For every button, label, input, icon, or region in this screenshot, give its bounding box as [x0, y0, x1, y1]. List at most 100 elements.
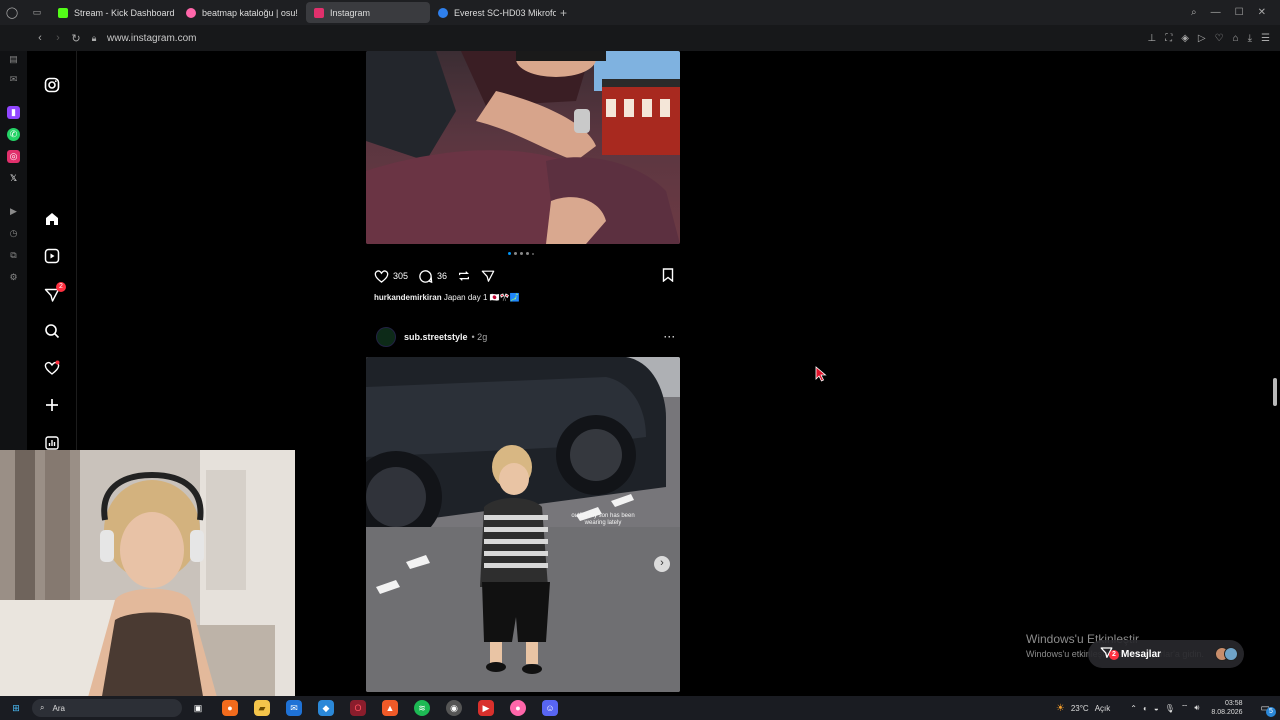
- reels-icon[interactable]: [42, 246, 62, 266]
- opera-taskbar-icon[interactable]: O: [350, 700, 366, 716]
- close-icon[interactable]: ✕: [1258, 7, 1266, 18]
- bookmark-icon: [662, 268, 674, 283]
- browser-tab-bar: ◯ ▭ Stream - Kick Dashboard beatmap kata…: [0, 0, 1280, 25]
- spotify-icon[interactable]: ≋: [414, 700, 430, 716]
- browser-logo-icon[interactable]: ◯: [0, 6, 24, 19]
- tray-icon[interactable]: ◒: [1154, 704, 1159, 713]
- webcam-video: [0, 450, 295, 708]
- mail-icon[interactable]: ✉: [7, 73, 20, 86]
- red-app-icon[interactable]: ▶: [478, 700, 494, 716]
- weather-desc[interactable]: Açık: [1095, 704, 1111, 713]
- back-icon[interactable]: ‹: [31, 32, 49, 44]
- shield-icon[interactable]: ◈: [1181, 33, 1189, 44]
- play-icon[interactable]: ▷: [1198, 33, 1206, 44]
- comment-action[interactable]: 36: [418, 269, 447, 284]
- settings-icon[interactable]: ⚙: [7, 271, 20, 284]
- instagram-logo-icon[interactable]: [42, 75, 62, 95]
- store-icon[interactable]: ◆: [318, 700, 334, 716]
- messages-icon[interactable]: 2: [42, 282, 66, 305]
- mail-app-icon[interactable]: ✉: [286, 700, 302, 716]
- windows-taskbar: ⊞ ⌕ Ara ▣ ● ▰ ✉ ◆ O ▲ ≋ ◉ ▶ ● ☺ ☀ 23°C A…: [0, 696, 1280, 720]
- maximize-icon[interactable]: ☐: [1235, 7, 1244, 18]
- extensions-icon[interactable]: ⧉: [7, 249, 20, 262]
- tab-instagram[interactable]: Instagram: [306, 2, 430, 23]
- clock-date: 8.08.2026: [1211, 709, 1243, 716]
- taskbar-search[interactable]: ⌕ Ara: [32, 699, 182, 717]
- heart-icon[interactable]: ♡: [1215, 33, 1224, 44]
- more-options-icon[interactable]: ···: [664, 332, 676, 342]
- microphone-icon[interactable]: 🎙︎: [1165, 704, 1175, 713]
- tab-label: Instagram: [330, 7, 371, 18]
- carousel-dot: [514, 252, 517, 255]
- notification-icon[interactable]: ▭ 5: [1261, 703, 1276, 717]
- verified-icon: [438, 7, 448, 18]
- like-count: 305: [393, 271, 409, 281]
- pin-icon[interactable]: ⊥: [1147, 33, 1156, 44]
- tab-label: beatmap kataloğu | osu!: [202, 7, 298, 18]
- post-username[interactable]: sub.streetstyle: [404, 332, 468, 342]
- game-icon[interactable]: ▲: [382, 700, 398, 716]
- player-icon[interactable]: ▶: [7, 205, 20, 218]
- task-view-icon[interactable]: ▣: [190, 700, 206, 716]
- tab-switcher-icon[interactable]: ▭: [24, 7, 50, 18]
- chrome-icon[interactable]: ◉: [446, 700, 462, 716]
- post-image-1[interactable]: [366, 51, 680, 244]
- windows-start-icon[interactable]: ⊞: [8, 700, 24, 716]
- carousel-dot: [526, 252, 529, 255]
- instagram-sidebar: 2: [27, 51, 77, 451]
- x-icon[interactable]: 𝕏: [7, 172, 20, 185]
- messages-pill-label: Mesajlar: [1121, 648, 1162, 660]
- lock-icon: 🔒︎: [91, 32, 97, 43]
- home-icon[interactable]: [42, 209, 62, 229]
- file-explorer-icon[interactable]: ▰: [254, 700, 270, 716]
- messages-badge: 2: [56, 282, 66, 292]
- instagram-rail-icon[interactable]: ◎: [7, 150, 20, 163]
- tray-icon[interactable]: ◐: [1143, 704, 1148, 713]
- tab-osu[interactable]: beatmap kataloğu | osu!: [178, 2, 306, 23]
- vpn-icon[interactable]: ⌂: [1233, 33, 1239, 44]
- page-scrollbar[interactable]: [1273, 378, 1277, 406]
- menu-icon[interactable]: ☰: [1261, 33, 1270, 44]
- search-icon: ⌕: [40, 703, 45, 712]
- search-icon[interactable]: [42, 321, 62, 341]
- messages-pill[interactable]: 2 Mesajlar: [1088, 640, 1244, 668]
- caption-username[interactable]: hurkandemirkiran: [374, 293, 442, 302]
- app-icon[interactable]: ●: [222, 700, 238, 716]
- tab-everest[interactable]: Everest SC-HD03 Mikrofon: [430, 2, 556, 23]
- url-field[interactable]: www.instagram.com: [107, 33, 196, 44]
- whatsapp-icon[interactable]: ✆: [7, 128, 20, 141]
- discord-icon[interactable]: ☺: [542, 700, 558, 716]
- tray-chevron-icon[interactable]: ⌃: [1130, 704, 1137, 713]
- snapshot-icon[interactable]: ⛶: [1165, 33, 1172, 44]
- share-action[interactable]: [481, 269, 495, 283]
- post-image-2[interactable]: outfits my son has been wearing lately ›: [366, 357, 680, 692]
- notification-badge: 5: [1266, 706, 1276, 717]
- weather-icon[interactable]: ☀: [1056, 703, 1065, 714]
- notes-icon[interactable]: ▤: [7, 53, 20, 66]
- messages-pill-badge: 2: [1109, 650, 1119, 660]
- volume-icon[interactable]: 🔊︎: [1194, 703, 1199, 713]
- carousel-dots: [508, 252, 534, 255]
- search-tabs-icon[interactable]: ⌕: [1191, 7, 1197, 18]
- like-action[interactable]: 305: [374, 269, 408, 283]
- forward-icon[interactable]: ›: [49, 32, 67, 44]
- create-plus-icon[interactable]: [42, 395, 62, 415]
- browser-sidebar: ▤ ✉ ▮ ✆ ◎ 𝕏 ▶ ◷ ⧉ ⚙: [0, 51, 27, 451]
- minimize-icon[interactable]: —: [1211, 7, 1221, 18]
- save-action[interactable]: [662, 268, 674, 284]
- twitch-icon[interactable]: ▮: [7, 106, 20, 119]
- clock[interactable]: 03:58 8.08.2026: [1211, 699, 1242, 717]
- repost-action[interactable]: [457, 269, 471, 283]
- avatar[interactable]: [376, 327, 396, 347]
- history-icon[interactable]: ◷: [7, 227, 20, 240]
- osu-taskbar-icon[interactable]: ●: [510, 700, 526, 716]
- download-icon[interactable]: ⤓: [1248, 33, 1252, 44]
- wifi-icon[interactable]: ⌔: [1181, 703, 1189, 713]
- weather-temp[interactable]: 23°C: [1071, 704, 1089, 713]
- new-tab-button[interactable]: +: [560, 6, 567, 20]
- carousel-next-button[interactable]: ›: [654, 556, 670, 572]
- notifications-heart-icon[interactable]: [42, 358, 62, 378]
- comment-icon: [419, 269, 433, 283]
- tab-kick[interactable]: Stream - Kick Dashboard: [50, 2, 178, 23]
- reload-icon[interactable]: ↻: [67, 32, 85, 45]
